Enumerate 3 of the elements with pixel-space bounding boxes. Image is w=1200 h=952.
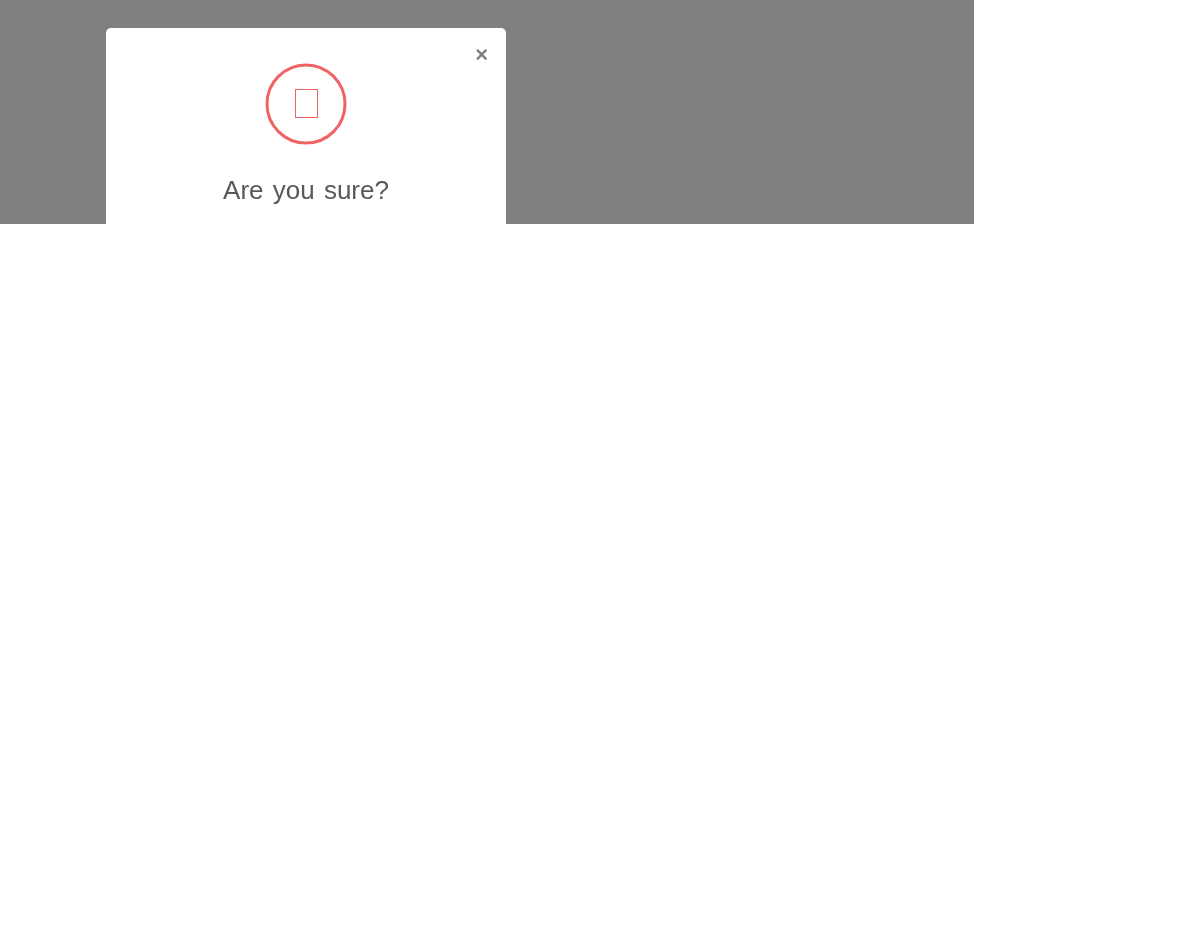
close-button[interactable]: × bbox=[473, 44, 490, 66]
dialog-title: Are you sure? bbox=[223, 175, 389, 205]
square-in-circle-icon bbox=[265, 63, 347, 145]
